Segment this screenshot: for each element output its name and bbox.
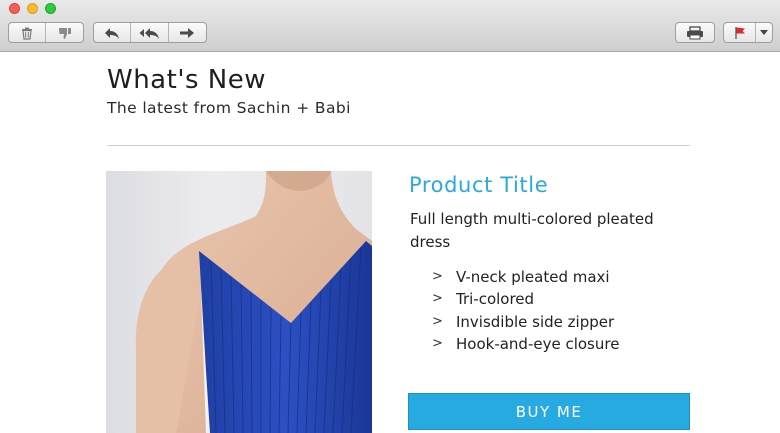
flag-button[interactable] (724, 23, 756, 42)
newsletter-title: What's New (107, 65, 266, 95)
newsletter-subtitle: The latest from Sachin + Babi (107, 99, 351, 117)
trash-button[interactable] (9, 23, 47, 42)
feature-list: > V-neck pleated maxi > Tri-colored > Invis… (432, 266, 619, 355)
chevron-right-icon: > (432, 291, 443, 307)
header-divider (107, 145, 690, 146)
feature-item: > Invisdible side zipper (432, 311, 619, 333)
mail-toolbar (0, 0, 780, 52)
flag-group (723, 22, 773, 43)
delete-junk-group (8, 22, 84, 43)
minimize-window-button[interactable] (27, 3, 38, 14)
flag-icon (734, 26, 745, 39)
reply-button[interactable] (94, 23, 132, 42)
feature-item: > V-neck pleated maxi (432, 266, 619, 288)
junk-button[interactable] (46, 23, 83, 42)
zoom-window-button[interactable] (45, 3, 56, 14)
print-group (675, 22, 715, 43)
reply-arrow-icon (105, 27, 120, 39)
feature-text: V-neck pleated maxi (456, 268, 610, 286)
forward-button[interactable] (169, 23, 206, 42)
product-description: Full length multi-colored pleated dress (410, 210, 654, 251)
printer-icon (687, 25, 703, 39)
feature-item: > Tri-colored (432, 288, 619, 310)
chevron-right-icon: > (432, 313, 443, 329)
close-window-button[interactable] (9, 3, 20, 14)
trash-icon (22, 27, 32, 40)
thumbs-down-icon (58, 27, 71, 39)
chevron-right-icon: > (432, 269, 443, 284)
feature-text: Invisdible side zipper (456, 312, 615, 331)
chevron-down-icon (760, 29, 768, 35)
feature-text: Hook-and-eye closure (456, 334, 620, 353)
product-image[interactable] (106, 171, 372, 433)
product-title: Product Title (409, 173, 549, 197)
flag-menu-button[interactable] (756, 23, 772, 42)
reply-all-button[interactable] (131, 23, 169, 42)
dress-model-illustration (135, 171, 372, 433)
feature-item: > Hook-and-eye closure (432, 333, 619, 355)
reply-all-icon (139, 27, 159, 39)
reply-group (93, 22, 207, 43)
email-body: What's New The latest from Sachin + Babi (0, 53, 780, 433)
feature-text: Tri-colored (456, 290, 535, 309)
print-button[interactable] (676, 23, 714, 42)
chevron-right-icon: > (432, 335, 443, 351)
forward-arrow-icon (180, 27, 195, 38)
buy-me-button[interactable]: BUY ME (408, 393, 690, 430)
